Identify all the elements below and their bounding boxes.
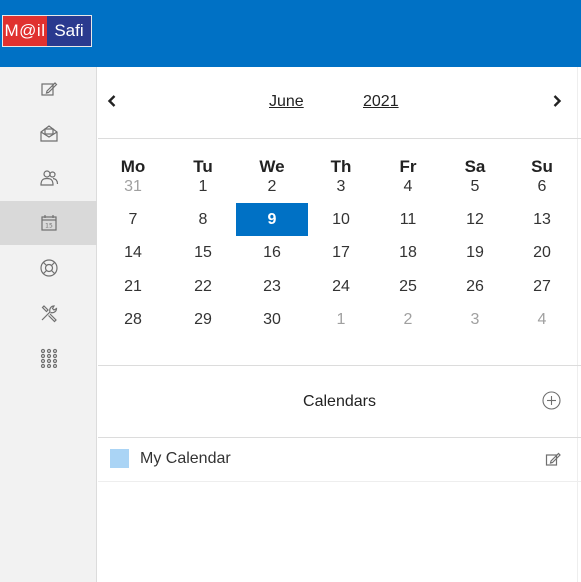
calendar-day[interactable]: 26 xyxy=(439,270,511,303)
calendar-day[interactable]: 5 xyxy=(439,170,511,203)
calendar-icon-badge: 15 xyxy=(45,223,53,230)
calendar-day[interactable]: 18 xyxy=(372,236,444,269)
calendar-day[interactable]: 6 xyxy=(506,170,578,203)
sidebar-item-help[interactable] xyxy=(0,246,97,290)
logo-safi-text: Safi xyxy=(47,16,91,46)
apps-grid-icon xyxy=(40,348,57,368)
tools-icon xyxy=(41,305,57,323)
divider xyxy=(98,365,581,366)
calendar-day[interactable]: 23 xyxy=(236,270,308,303)
month-navigation: June 2021 xyxy=(98,67,581,139)
add-calendar-button[interactable] xyxy=(542,391,561,410)
compose-icon xyxy=(40,82,57,96)
chevron-left-icon xyxy=(107,95,116,107)
calendar-day[interactable]: 30 xyxy=(236,303,308,336)
month-selector[interactable]: June xyxy=(269,93,304,111)
year-selector[interactable]: 2021 xyxy=(363,93,399,111)
edit-icon xyxy=(545,452,561,466)
calendar-day[interactable]: 12 xyxy=(439,203,511,236)
chevron-right-icon xyxy=(553,95,562,107)
calendar-day[interactable]: 24 xyxy=(305,270,377,303)
logo-mail-text: M@il xyxy=(3,16,47,46)
calendar-day[interactable]: 4 xyxy=(506,303,578,336)
calendar-icon: 15 xyxy=(40,215,57,231)
calendar-panel: June 2021 Mo Tu We Th Fr Sa Su 31 1 2 3 4 5 6 7 8 9 10 11 1… xyxy=(98,67,581,582)
sidebar-item-calendar[interactable]: 15 xyxy=(0,201,97,245)
calendar-day[interactable]: 10 xyxy=(305,203,377,236)
plus-circle-icon xyxy=(542,391,561,410)
calendar-day[interactable]: 21 xyxy=(97,270,169,303)
mailsafi-logo[interactable]: M@il Safi xyxy=(2,15,92,47)
calendar-day[interactable]: 3 xyxy=(305,170,377,203)
calendar-day[interactable]: 14 xyxy=(97,236,169,269)
sidebar-item-contacts[interactable] xyxy=(0,156,97,200)
calendars-heading: Calendars xyxy=(303,393,376,410)
calendar-day[interactable]: 2 xyxy=(236,170,308,203)
lifebuoy-icon xyxy=(39,259,58,277)
prev-month-button[interactable] xyxy=(100,89,124,113)
calendar-day[interactable]: 29 xyxy=(167,303,239,336)
selected-day[interactable]: 9 xyxy=(236,203,308,236)
sidebar-item-apps[interactable] xyxy=(0,336,97,380)
calendar-day[interactable]: 16 xyxy=(236,236,308,269)
calendar-day[interactable]: 2 xyxy=(372,303,444,336)
calendar-list-item[interactable]: My Calendar xyxy=(98,438,581,482)
calendar-day[interactable]: 7 xyxy=(97,203,169,236)
sidebar: 15 xyxy=(0,67,97,582)
calendar-day[interactable]: 13 xyxy=(506,203,578,236)
calendar-day[interactable]: 8 xyxy=(167,203,239,236)
calendar-day[interactable]: 11 xyxy=(372,203,444,236)
sidebar-item-compose[interactable] xyxy=(0,67,97,111)
calendar-day[interactable]: 4 xyxy=(372,170,444,203)
sidebar-item-settings[interactable] xyxy=(0,291,97,335)
app-header: M@il Safi xyxy=(0,0,581,67)
calendar-day[interactable]: 1 xyxy=(305,303,377,336)
calendar-day[interactable]: 27 xyxy=(506,270,578,303)
calendar-day[interactable]: 28 xyxy=(97,303,169,336)
contacts-icon xyxy=(39,170,58,186)
calendar-day[interactable]: 17 xyxy=(305,236,377,269)
next-month-button[interactable] xyxy=(545,89,569,113)
calendar-day[interactable]: 15 xyxy=(167,236,239,269)
calendar-day[interactable]: 19 xyxy=(439,236,511,269)
calendar-day[interactable]: 3 xyxy=(439,303,511,336)
calendar-day[interactable]: 20 xyxy=(506,236,578,269)
envelope-icon xyxy=(39,125,58,142)
calendar-color-swatch xyxy=(110,449,129,468)
calendar-name[interactable]: My Calendar xyxy=(140,450,231,468)
calendar-day[interactable]: 1 xyxy=(167,170,239,203)
edit-calendar-button[interactable] xyxy=(545,451,561,467)
calendar-day[interactable]: 25 xyxy=(372,270,444,303)
calendar-day[interactable]: 31 xyxy=(97,170,169,203)
sidebar-item-mail[interactable] xyxy=(0,111,97,155)
calendar-day[interactable]: 22 xyxy=(167,270,239,303)
